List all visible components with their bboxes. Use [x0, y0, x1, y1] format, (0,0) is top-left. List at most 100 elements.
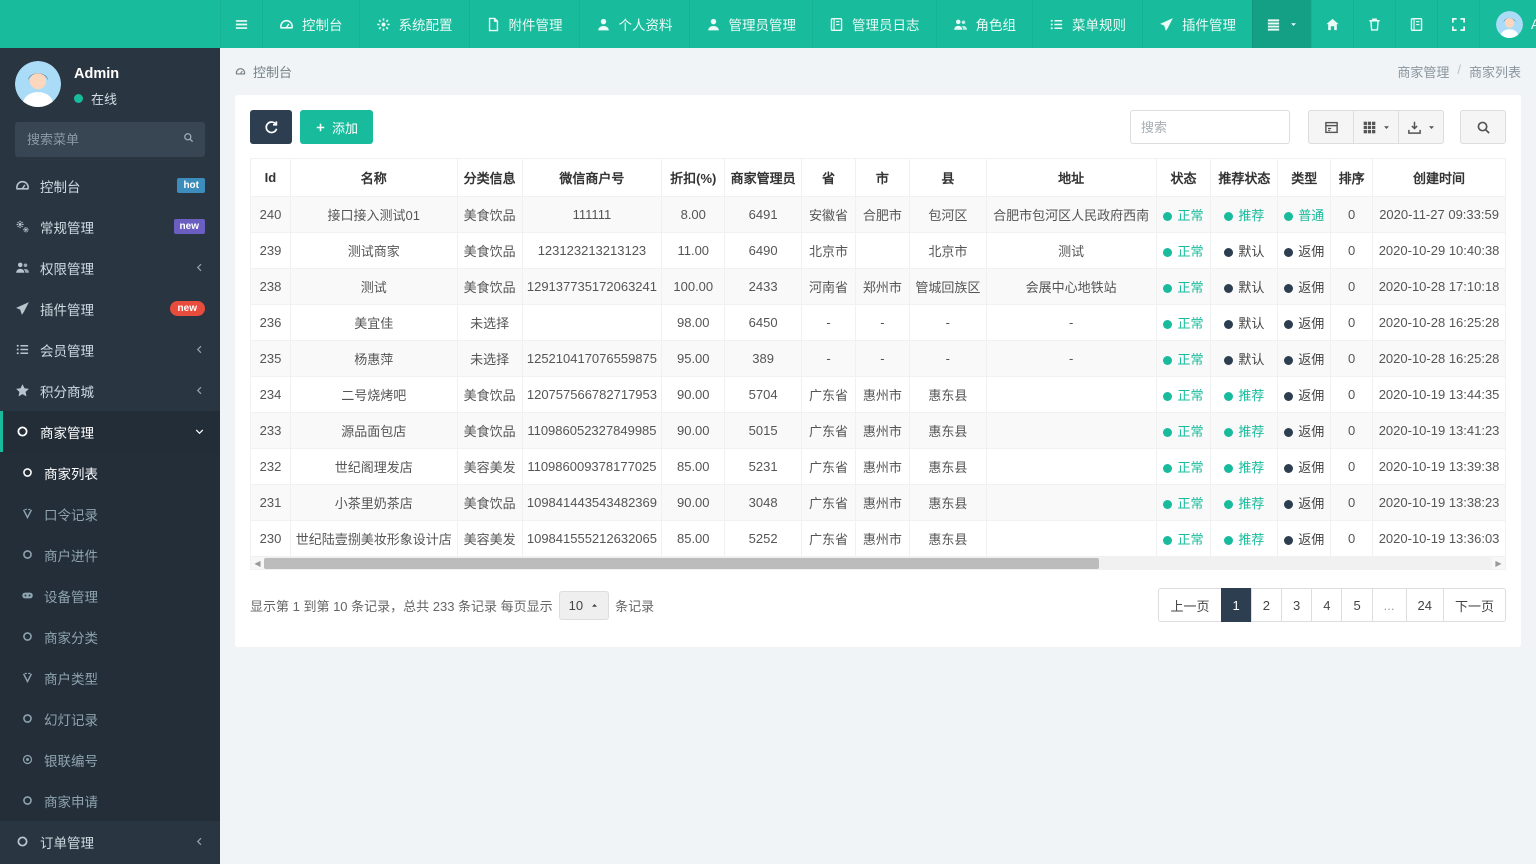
column-header[interactable]: 微信商户号: [521, 158, 663, 197]
column-header[interactable]: 折扣(%): [661, 158, 726, 197]
user-label: Admin: [1531, 16, 1536, 32]
book-button[interactable]: [1395, 0, 1437, 48]
page-button[interactable]: 5: [1341, 588, 1373, 622]
table-row[interactable]: 238 测试 美食饮品 129137735172063241 100.00 2433 河南省…: [250, 268, 1506, 305]
menu-list-icon: [1266, 17, 1281, 32]
sidebar-subitem[interactable]: 商家分类: [0, 616, 220, 657]
column-header[interactable]: 地址: [985, 158, 1157, 197]
sidebar-subitem[interactable]: 商家申请: [0, 780, 220, 821]
column-header[interactable]: 市: [854, 158, 910, 197]
table-row[interactable]: 235 杨惠萍 未选择 125210417076559875 95.00 389- - - - 正…: [250, 340, 1506, 377]
toggle-view-button[interactable]: [1308, 110, 1354, 144]
sidebar-toggle-button[interactable]: [220, 0, 262, 48]
column-header[interactable]: 状态: [1155, 158, 1212, 197]
sidebar-item[interactable]: 常规管理 new: [0, 206, 220, 247]
sidebar-subitem[interactable]: 银联编号: [0, 739, 220, 780]
status-dot-icon: [1224, 535, 1234, 545]
page-size-dropdown[interactable]: 10: [558, 590, 610, 620]
toolbar-right: [1130, 110, 1506, 144]
sidebar-subitem[interactable]: 商户进件: [0, 534, 220, 575]
home-icon: [1325, 17, 1340, 32]
table-row[interactable]: 232 世纪阁理发店 美容美发 110986009378177025 85.00 5231…: [250, 448, 1506, 485]
sidebar-subitem[interactable]: 幻灯记录: [0, 698, 220, 739]
chevron-left-icon: [194, 344, 205, 355]
topnav-item[interactable]: 附件管理: [468, 0, 579, 48]
table-row[interactable]: 233 源品面包店 美食饮品 110986052327849985 90.00 5015 广…: [250, 412, 1506, 449]
breadcrumb-home[interactable]: 控制台: [235, 62, 292, 81]
refresh-button[interactable]: [250, 110, 292, 144]
topnav-item[interactable]: 管理员日志: [812, 0, 936, 48]
column-header[interactable]: 商家管理员: [724, 158, 803, 197]
topnav-item[interactable]: 系统配置: [358, 0, 469, 48]
sidebar-item[interactable]: 积分商城: [0, 370, 220, 411]
column-header[interactable]: Id: [250, 158, 291, 197]
topnav-item[interactable]: 管理员管理: [688, 0, 813, 48]
nav-menu-dropdown[interactable]: [1252, 0, 1311, 48]
add-button[interactable]: 添加: [300, 110, 374, 144]
sidebar-item[interactable]: 插件管理 new: [0, 288, 220, 329]
trash-button[interactable]: [1353, 0, 1395, 48]
table-toolbar: 添加: [250, 110, 1506, 144]
scrollbar-thumb[interactable]: [264, 557, 1100, 569]
home-button[interactable]: [1311, 0, 1353, 48]
star-icon: [15, 383, 30, 398]
topnav-item[interactable]: 角色组: [935, 0, 1033, 48]
column-header[interactable]: 类型: [1277, 158, 1332, 197]
scrollbar-track[interactable]: [264, 556, 1492, 570]
sidebar-subitem[interactable]: 商户类型: [0, 657, 220, 698]
ad-icon: [21, 589, 34, 602]
sidebar-item[interactable]: 控制台 hot: [0, 165, 220, 206]
table-row[interactable]: 240 接口接入测试01 美食饮品 111111 8.00 6491 安徽省 合肥市 包河区 合肥…: [250, 196, 1506, 233]
sidebar-subitem[interactable]: 口令记录: [0, 493, 220, 534]
table-row[interactable]: 239 测试商家 美食饮品 123123213213123 11.00 6490 北京市 北京…: [250, 232, 1506, 269]
circle-icon: [15, 834, 30, 849]
topnav-item[interactable]: 个人资料: [578, 0, 689, 48]
column-header[interactable]: 县: [908, 158, 987, 197]
page-button[interactable]: 3: [1280, 588, 1313, 622]
sidebar-subitem[interactable]: 设备管理: [0, 575, 220, 616]
status-dot-icon: [1224, 319, 1234, 329]
status-dot-icon: [1224, 283, 1234, 293]
status-dot-icon: [1224, 499, 1234, 509]
status-dot-icon: [1224, 247, 1234, 257]
menu-search-input[interactable]: [15, 122, 205, 157]
columns-button[interactable]: [1353, 110, 1399, 144]
next-page-button[interactable]: 下一页: [1442, 588, 1506, 622]
topnav-item[interactable]: 菜单规则: [1032, 0, 1142, 48]
list-icon: [1049, 17, 1064, 32]
user-menu[interactable]: Admin: [1479, 0, 1536, 48]
page-button[interactable]: 2: [1250, 588, 1282, 622]
sidebar-item[interactable]: 权限管理: [0, 247, 220, 288]
column-header[interactable]: 名称: [289, 158, 458, 197]
topnav-item[interactable]: 插件管理: [1142, 0, 1252, 48]
send-icon: [15, 301, 30, 316]
export-button[interactable]: [1398, 110, 1444, 144]
page-button[interactable]: 24: [1405, 588, 1444, 622]
table-row[interactable]: 234 二号烧烤吧 美食饮品 120757566782717953 90.00 5704 广…: [250, 376, 1506, 413]
column-header[interactable]: 分类信息: [456, 158, 523, 197]
column-header[interactable]: 推荐状态: [1210, 158, 1279, 197]
topnav-item[interactable]: 控制台: [262, 0, 359, 48]
status-dot-icon: [1284, 355, 1294, 365]
sidebar-item[interactable]: 会员管理: [0, 329, 220, 370]
export-icon: [1407, 120, 1422, 135]
topbar-right: Admin: [1252, 0, 1536, 48]
fullscreen-button[interactable]: [1437, 0, 1479, 48]
page-button[interactable]: 4: [1311, 588, 1343, 622]
sidebar-item[interactable]: 订单管理: [0, 821, 220, 862]
column-header[interactable]: 排序: [1330, 158, 1374, 197]
page-button[interactable]: 1: [1220, 588, 1252, 622]
scroll-left-arrow[interactable]: ◀: [251, 557, 264, 570]
page-button[interactable]: ...: [1371, 588, 1407, 622]
table-search-input[interactable]: [1130, 110, 1290, 144]
sidebar-item[interactable]: 商家管理: [0, 411, 220, 452]
column-header[interactable]: 创建时间: [1372, 158, 1506, 197]
column-header[interactable]: 省: [801, 158, 856, 197]
table-row[interactable]: 230 世纪陆壹捌美妆形象设计店 美容美发 109841555212632065 85.…: [250, 520, 1506, 557]
prev-page-button[interactable]: 上一页: [1158, 588, 1222, 622]
scroll-right-arrow[interactable]: ▶: [1492, 557, 1505, 570]
search-toggle-button[interactable]: [1460, 110, 1506, 144]
table-row[interactable]: 236 美宜佳 未选择 98.00 6450- - - - 正常 默认 返佣 0 2020-10-28 …: [250, 304, 1506, 341]
table-row[interactable]: 231 小茶里奶茶店 美食饮品 109841443543482369 90.00 3048…: [250, 484, 1506, 521]
sidebar-subitem[interactable]: 商家列表: [0, 452, 220, 493]
